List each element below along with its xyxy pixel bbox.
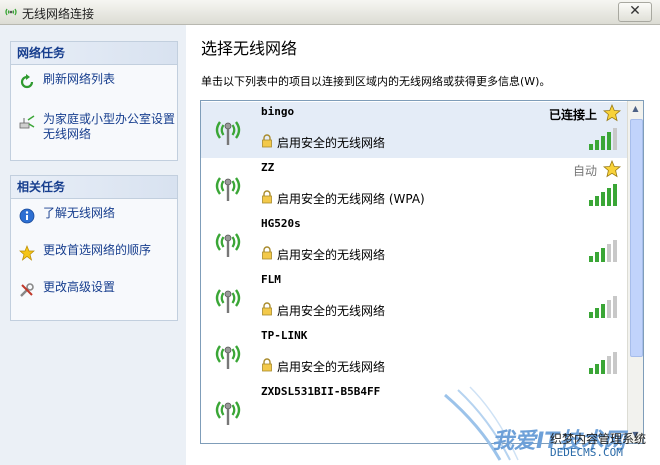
watermark-line1: 织梦内容管理系统: [550, 432, 647, 446]
network-name: ZXDSL531BII-B5B4FF: [261, 385, 381, 398]
network-status: 已连接上: [548, 108, 597, 122]
network-row[interactable]: ZZ 自动启用安全的无线网络 (WPA): [201, 158, 627, 214]
scroll-up-icon[interactable]: ▲: [629, 102, 642, 116]
signal-bar: [595, 140, 599, 150]
network-row[interactable]: FLM 启用安全的无线网络: [201, 270, 627, 326]
signal-bar: [589, 200, 593, 206]
signal-bar: [601, 304, 605, 318]
signal-bar: [589, 256, 593, 262]
signal-bar: [589, 312, 593, 318]
network-tasks-panel: 网络任务 刷新网络列表 为家庭或小型办公室设置无线网络: [10, 41, 178, 161]
network-tasks-heading: 网络任务: [11, 42, 177, 65]
signal-bar: [607, 244, 611, 262]
page-description: 单击以下列表中的项目以连接到区域内的无线网络或获得更多信息(W)。: [201, 75, 551, 88]
signal-strength-icon: [589, 352, 617, 374]
signal-bar: [613, 352, 617, 374]
watermark-line2: DEDECMS.COM: [550, 446, 623, 459]
signal-bar: [613, 128, 617, 150]
signal-bar: [595, 364, 599, 374]
signal-bar: [589, 368, 593, 374]
lock-icon: [262, 134, 272, 148]
antenna-icon: [215, 289, 241, 313]
change-network-order-label: 更改首选网络的顺序: [43, 243, 152, 257]
signal-strength-icon: [589, 128, 617, 150]
network-security: 启用安全的无线网络: [277, 304, 386, 318]
signal-bar: [613, 240, 617, 262]
lock-icon: [262, 246, 272, 260]
signal-bar: [607, 132, 611, 150]
antenna-icon: [215, 177, 241, 201]
signal-bar: [601, 360, 605, 374]
signal-bar: [601, 192, 605, 206]
signal-bar: [601, 136, 605, 150]
antenna-icon: [215, 345, 241, 369]
signal-strength-icon: [589, 296, 617, 318]
signal-bar: [595, 252, 599, 262]
network-row[interactable]: bingo 已连接上启用安全的无线网络: [201, 102, 627, 158]
window-title: 无线网络连接: [22, 7, 95, 21]
setup-icon: [19, 115, 35, 129]
signal-bar: [607, 356, 611, 374]
sidebar: 网络任务 刷新网络列表 为家庭或小型办公室设置无线网络 相关任务 了解无线网络 …: [0, 25, 186, 465]
antenna-icon: [215, 401, 241, 425]
network-row[interactable]: HG520s 启用安全的无线网络: [201, 214, 627, 270]
advanced-settings-label: 更改高级设置: [43, 280, 116, 294]
network-row[interactable]: TP-LINK 启用安全的无线网络: [201, 326, 627, 382]
network-security: 启用安全的无线网络: [277, 360, 386, 374]
title-bar: 无线网络连接 ✕: [0, 0, 660, 25]
signal-bar: [589, 144, 593, 150]
signal-bar: [607, 188, 611, 206]
network-name: TP-LINK: [261, 329, 308, 342]
signal-bar: [613, 296, 617, 318]
lock-icon: [262, 190, 272, 204]
network-security: 启用安全的无线网络 (WPA): [277, 192, 425, 206]
close-button[interactable]: ✕: [618, 2, 652, 22]
star-icon: [19, 245, 35, 261]
refresh-icon: [20, 74, 34, 89]
signal-bar: [595, 196, 599, 206]
learn-wireless-label: 了解无线网络: [43, 206, 116, 220]
preferred-star-icon: [603, 160, 621, 178]
related-tasks-heading: 相关任务: [11, 176, 177, 199]
setup-wireless-network-label: 为家庭或小型办公室设置无线网络: [43, 112, 176, 141]
signal-bar: [607, 300, 611, 318]
related-tasks-panel: 相关任务 了解无线网络 更改首选网络的顺序 更改高级设置: [10, 175, 178, 321]
signal-bar: [613, 184, 617, 206]
refresh-network-list-label: 刷新网络列表: [43, 72, 116, 86]
network-name: ZZ: [261, 161, 275, 174]
wireless-icon: [5, 8, 17, 16]
page-title: 选择无线网络: [201, 39, 298, 58]
signal-bar: [601, 248, 605, 262]
network-name: bingo: [261, 105, 295, 118]
network-name: FLM: [261, 273, 281, 286]
lock-icon: [262, 358, 272, 372]
network-security: 启用安全的无线网络: [277, 136, 386, 150]
scrollbar-thumb[interactable]: [630, 119, 643, 357]
network-name: HG520s: [261, 217, 301, 230]
network-status: 自动: [572, 164, 597, 178]
signal-strength-icon: [589, 184, 617, 206]
antenna-icon: [215, 121, 241, 145]
network-security: 启用安全的无线网络: [277, 248, 386, 262]
preferred-star-icon: [603, 104, 621, 122]
antenna-icon: [215, 233, 241, 257]
signal-bar: [595, 308, 599, 318]
info-icon: [19, 208, 35, 224]
tools-icon: [20, 283, 34, 297]
signal-strength-icon: [589, 240, 617, 262]
lock-icon: [262, 302, 272, 316]
